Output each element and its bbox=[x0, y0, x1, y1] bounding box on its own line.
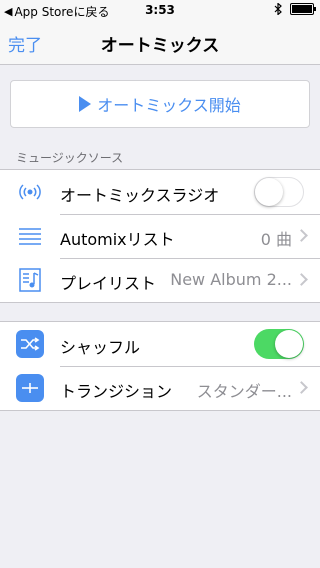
shuffle-row: シャッフル bbox=[0, 322, 320, 366]
navigation-bar: 完了 オートミックス bbox=[0, 20, 320, 65]
settings-group: シャッフル トランジション スタンダー... bbox=[0, 321, 320, 411]
toggle-knob bbox=[255, 178, 283, 206]
start-automix-label: オートミックス開始 bbox=[97, 96, 241, 115]
playlist-row[interactable]: プレイリスト New Album 2... bbox=[0, 258, 320, 302]
shuffle-label: シャッフル bbox=[60, 338, 141, 357]
transition-value: スタンダー... bbox=[196, 382, 292, 401]
transition-icon bbox=[16, 374, 44, 402]
battery-icon bbox=[290, 3, 316, 15]
page-title: オートミックス bbox=[100, 36, 220, 56]
chevron-right-icon bbox=[295, 229, 308, 242]
music-source-group: オートミックスラジオ Automixリスト 0 曲 プレイリスト New Alb… bbox=[0, 169, 320, 303]
play-icon bbox=[79, 96, 92, 112]
automix-radio-label: オートミックスラジオ bbox=[60, 186, 220, 205]
transition-row[interactable]: トランジション スタンダー... bbox=[0, 366, 320, 410]
playlist-value: New Album 2... bbox=[170, 270, 292, 289]
toggle-knob bbox=[275, 330, 303, 358]
automix-list-count: 0 曲 bbox=[260, 230, 292, 249]
automix-list-row[interactable]: Automixリスト 0 曲 bbox=[0, 214, 320, 258]
shuffle-toggle[interactable] bbox=[254, 329, 304, 359]
status-indicators bbox=[274, 3, 316, 15]
playlist-label: プレイリスト bbox=[60, 274, 157, 293]
status-bar: ◀ App Storeに戻る 3:53 bbox=[0, 0, 320, 20]
list-icon bbox=[16, 224, 44, 248]
status-time: 3:53 bbox=[145, 3, 175, 17]
automix-radio-toggle[interactable] bbox=[254, 177, 304, 207]
automix-list-label: Automixリスト bbox=[60, 230, 175, 249]
bluetooth-icon bbox=[274, 3, 282, 15]
music-source-header: ミュージックソース bbox=[16, 151, 124, 165]
playlist-icon bbox=[16, 268, 44, 292]
transition-label: トランジション bbox=[60, 382, 173, 401]
radio-waves-icon bbox=[16, 180, 44, 204]
automix-radio-row: オートミックスラジオ bbox=[0, 170, 320, 214]
chevron-right-icon bbox=[295, 381, 308, 394]
start-automix-button[interactable]: オートミックス開始 bbox=[10, 80, 310, 128]
chevron-right-icon bbox=[295, 273, 308, 286]
shuffle-icon bbox=[16, 330, 44, 358]
